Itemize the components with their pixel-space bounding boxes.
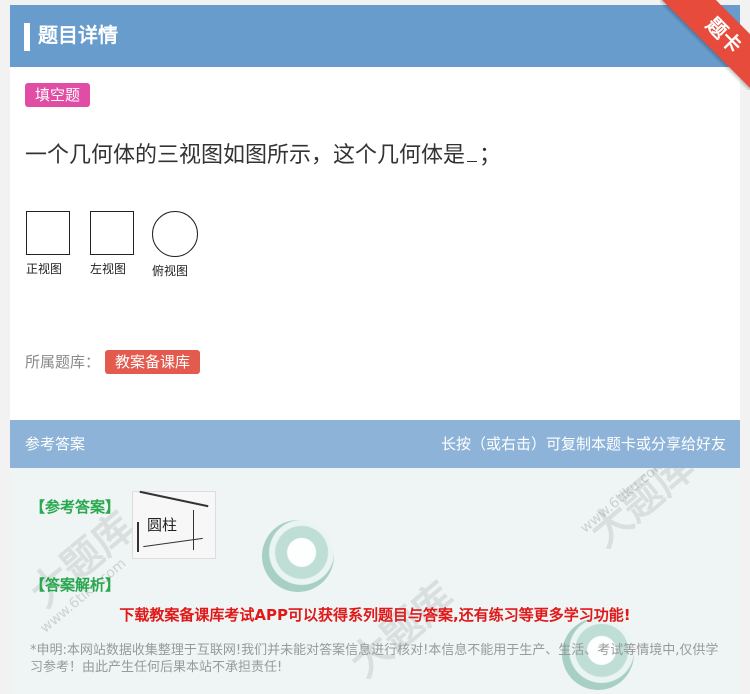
- reference-answer-label: 【参考答案】: [30, 498, 121, 516]
- top-view: 俯视图: [152, 211, 212, 279]
- question-text: 一个几何体的三视图如图所示，这个几何体是 ；: [25, 141, 501, 171]
- share-hint: 长按（或右击）可复制本题卡或分享给好友: [440, 435, 726, 453]
- ribbon-label: 题卡: [661, 0, 750, 90]
- front-view-label: 正视图: [26, 262, 63, 276]
- bank-link[interactable]: 教案备课库: [105, 350, 201, 374]
- card-ribbon: 题卡: [660, 0, 750, 90]
- card-header: 题目详情: [10, 5, 740, 67]
- top-view-label: 俯视图: [152, 264, 189, 278]
- side-view-square: [90, 211, 134, 255]
- answer-blank: [467, 143, 478, 162]
- disclaimer-text: *申明:本网站数据收集整理于互联网!我们并未能对答案信息进行核对!本信息不能用于…: [30, 643, 719, 675]
- question-text-end: ；: [479, 143, 502, 168]
- image-noise: [139, 490, 209, 508]
- image-noise: [137, 522, 139, 552]
- question-type-badge: 填空题: [25, 83, 91, 107]
- top-view-circle: [152, 211, 198, 257]
- watermark-brand-3: 大题库: [581, 468, 704, 557]
- answer-header-title: 参考答案: [25, 435, 86, 453]
- answer-image-text: 圆柱: [147, 516, 178, 534]
- side-view: 左视图: [90, 211, 150, 277]
- side-view-label: 左视图: [90, 262, 127, 276]
- answer-body: 大题库 www.6tiku.com 大题库 www.6tiku.com 大题库 …: [10, 468, 740, 694]
- header-accent-bar: [24, 23, 30, 51]
- answer-image: 圆柱: [132, 490, 216, 559]
- download-app-promo[interactable]: 下载教案备课库考试APP可以获得系列题目与答案,还有练习等更多学习功能!: [10, 604, 740, 625]
- image-noise: [193, 510, 194, 550]
- page-title: 题目详情: [38, 23, 118, 47]
- question-card: 题目详情 填空题 一个几何体的三视图如图所示，这个几何体是 ； 正视图 左视图 俯…: [10, 5, 740, 694]
- front-view-square: [26, 211, 70, 255]
- analysis-label: 【答案解析】: [30, 576, 121, 594]
- three-views-figure: 正视图 左视图 俯视图: [26, 211, 226, 291]
- question-text-main: 一个几何体的三视图如图所示，这个几何体是: [25, 143, 466, 168]
- watermark-logo-icon: [262, 520, 334, 592]
- bank-label: 所属题库：: [25, 353, 101, 371]
- answer-header: 参考答案 长按（或右击）可复制本题卡或分享给好友: [10, 420, 740, 468]
- front-view: 正视图: [26, 211, 86, 277]
